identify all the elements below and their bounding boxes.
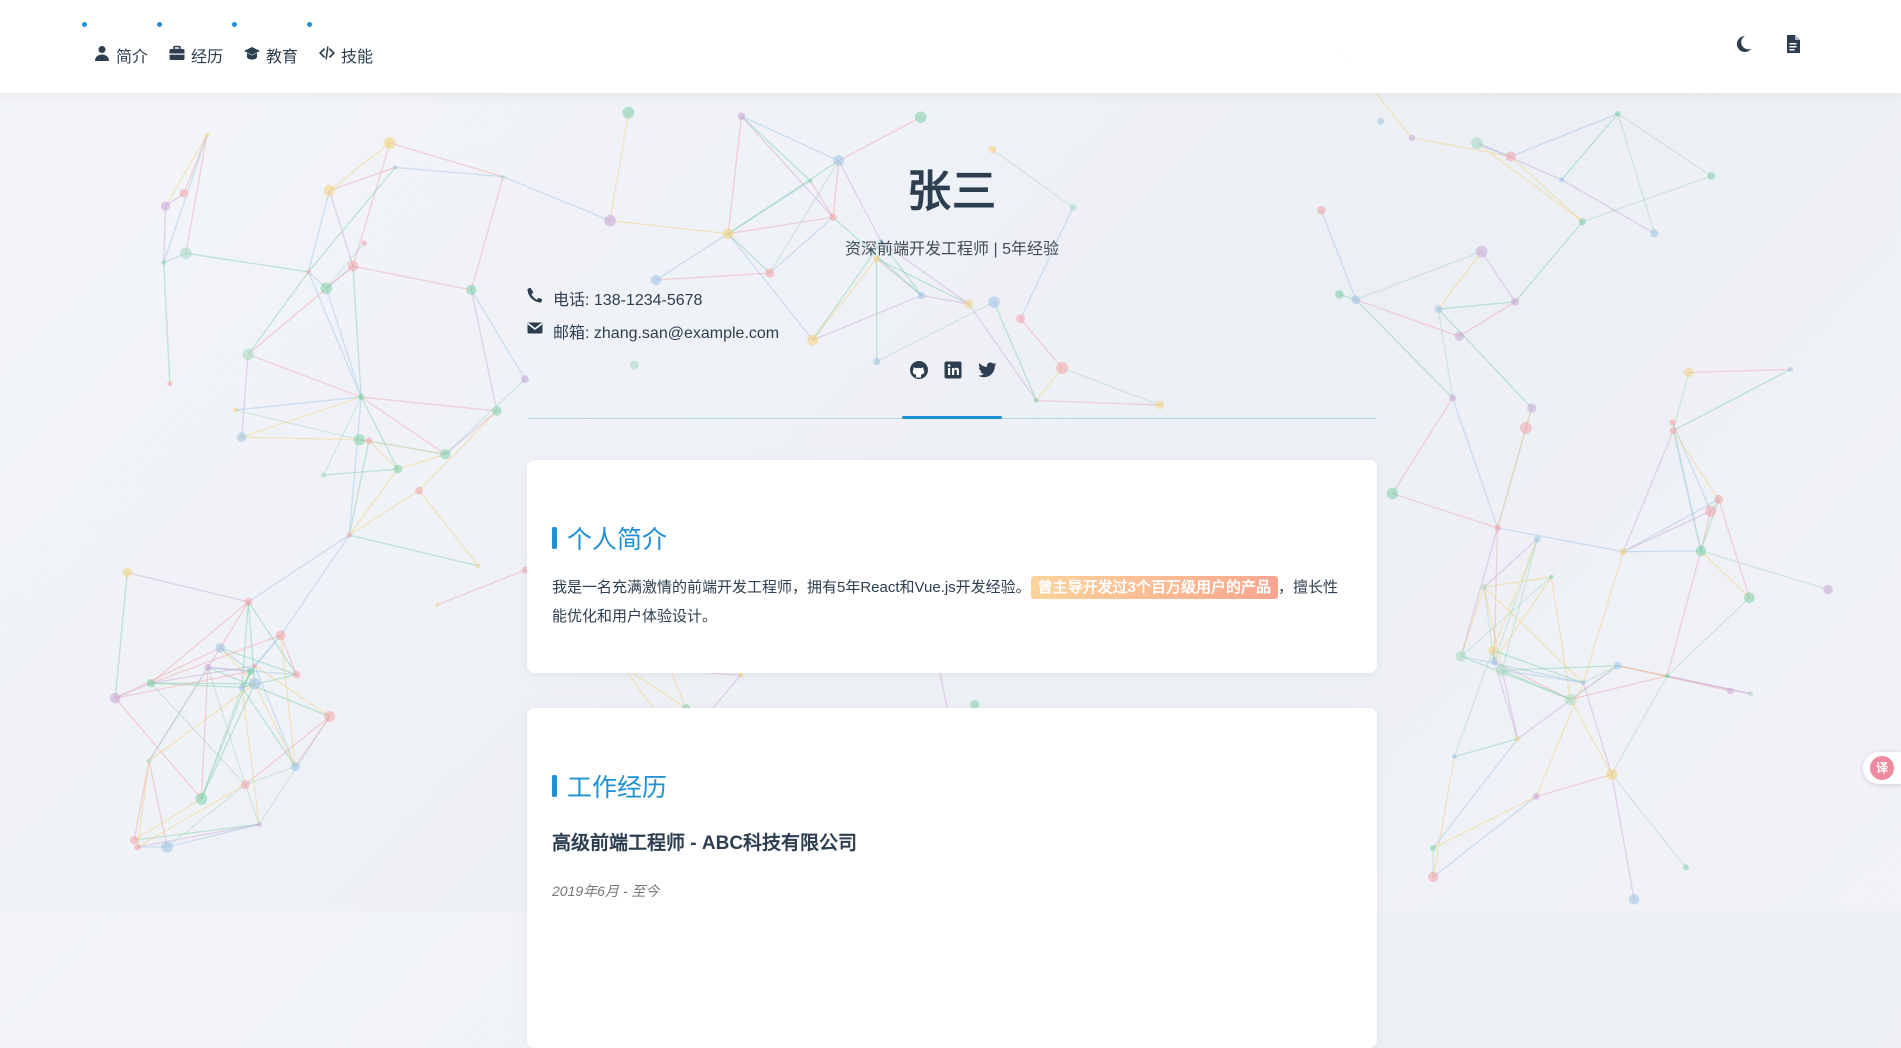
- moon-icon[interactable]: [1733, 34, 1753, 54]
- social-links: [909, 360, 997, 380]
- github-icon[interactable]: [909, 360, 929, 380]
- phone-text: 电话: 138-1234-5678: [553, 286, 702, 310]
- twitter-icon[interactable]: [977, 360, 997, 380]
- main-nav: 简介 经历 教育 技能: [94, 43, 373, 67]
- pdf-file-icon[interactable]: [1783, 34, 1803, 54]
- translate-icon: 译: [1870, 756, 1894, 780]
- section-title: 个人简介: [552, 520, 667, 556]
- graduation-cap-icon: [244, 45, 260, 66]
- nav-item-skills[interactable]: 技能: [319, 43, 373, 67]
- toolbar-icons: [1733, 34, 1803, 54]
- job-title: 高级前端工程师 - ABC科技有限公司: [552, 828, 857, 855]
- nav-item-summary[interactable]: 简介: [94, 43, 148, 67]
- summary-text-before: 我是一名充满激情的前端开发工程师，拥有5年React和Vue.js开发经验。: [552, 579, 1031, 596]
- translate-button[interactable]: 译: [1863, 752, 1901, 784]
- nav-indicator-dot: [82, 22, 87, 27]
- section-title-bar: [552, 527, 557, 549]
- nav-indicator-dot: [157, 22, 162, 27]
- nav-indicator-dot: [307, 22, 312, 27]
- job-date: 2019年6月 - 至今: [552, 881, 659, 901]
- nav-item-education[interactable]: 教育: [244, 43, 298, 67]
- contact-email: 邮箱: zhang.san@example.com: [527, 314, 779, 347]
- experience-card: 工作经历 高级前端工程师 - ABC科技有限公司 2019年6月 - 至今: [527, 708, 1377, 1048]
- nav-item-label: 简介: [116, 43, 148, 67]
- section-title: 工作经历: [552, 768, 667, 804]
- nav-item-label: 教育: [266, 43, 298, 67]
- nav-item-experience[interactable]: 经历: [169, 43, 223, 67]
- summary-card: 个人简介 我是一名充满激情的前端开发工程师，拥有5年React和Vue.js开发…: [527, 460, 1377, 673]
- person-name: 张三: [527, 155, 1377, 219]
- nav-indicator-dot: [232, 22, 237, 27]
- section-title-text: 工作经历: [567, 768, 667, 804]
- linkedin-icon[interactable]: [943, 360, 963, 380]
- nav-item-label: 经历: [191, 43, 223, 67]
- user-icon: [94, 45, 110, 66]
- section-title-text: 个人简介: [567, 520, 667, 556]
- briefcase-icon: [169, 45, 185, 66]
- contact-phone: 电话: 138-1234-5678: [527, 281, 779, 314]
- nav-item-label: 技能: [341, 43, 373, 67]
- top-navbar: 简介 经历 教育 技能: [0, 0, 1901, 93]
- email-text[interactable]: 邮箱: zhang.san@example.com: [553, 319, 779, 343]
- section-title-bar: [552, 775, 557, 797]
- summary-highlight: 曾主导开发过3个百万级用户的产品: [1031, 576, 1278, 599]
- phone-icon: [527, 287, 543, 308]
- envelope-icon: [527, 320, 543, 341]
- contact-info: 电话: 138-1234-5678 邮箱: zhang.san@example.…: [527, 281, 779, 347]
- summary-text: 我是一名充满激情的前端开发工程师，拥有5年React和Vue.js开发经验。曾主…: [552, 573, 1352, 631]
- job-subtitle: 资深前端开发工程师 | 5年经验: [527, 235, 1377, 259]
- code-icon: [319, 45, 335, 66]
- header-divider-accent: [902, 416, 1002, 419]
